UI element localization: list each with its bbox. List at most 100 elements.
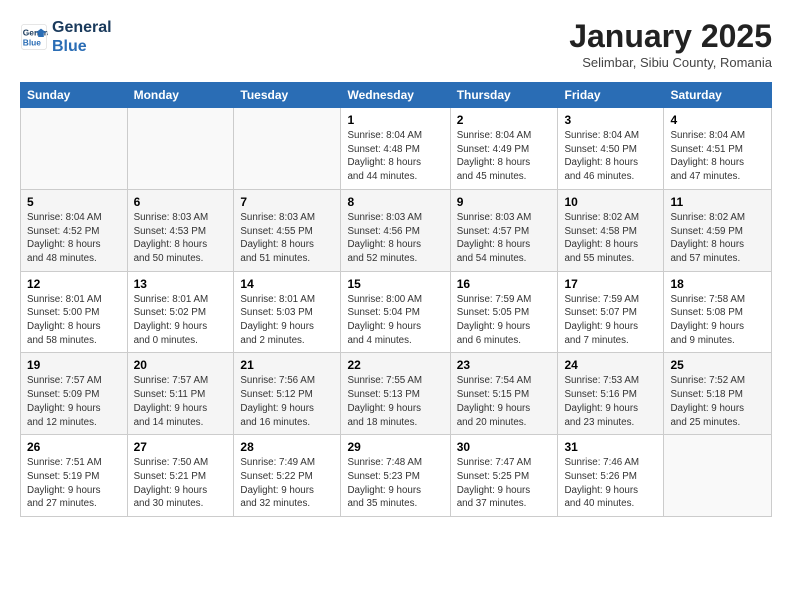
day-number: 22 <box>347 358 443 372</box>
calendar-cell: 31 Sunrise: 7:46 AM Sunset: 5:26 PM Dayli… <box>558 435 664 517</box>
day-info: Sunrise: 8:01 AM Sunset: 5:03 PM Dayligh… <box>240 293 334 348</box>
day-info: Sunrise: 7:46 AM Sunset: 5:26 PM Dayligh… <box>564 456 657 511</box>
calendar-cell: 30Sunrise: 7:47 AM Sunset: 5:25 PM Dayli… <box>450 435 558 517</box>
day-info: Sunrise: 7:57 AM Sunset: 5:11 PM Dayligh… <box>134 374 228 429</box>
day-info: Sunrise: 8:01 AM Sunset: 5:02 PM Dayligh… <box>134 293 228 348</box>
logo: General Blue General Blue <box>20 18 112 56</box>
day-info: Sunrise: 8:04 AM Sunset: 4:48 PM Dayligh… <box>347 129 443 184</box>
col-tuesday: Tuesday <box>234 83 341 108</box>
calendar-week-1: 1 Sunrise: 8:04 AM Sunset: 4:48 PM Daylig… <box>21 108 772 190</box>
day-number: 26 <box>27 440 121 454</box>
col-sunday: Sunday <box>21 83 128 108</box>
day-number: 10 <box>564 195 657 209</box>
calendar-cell: 18 Sunrise: 7:58 AM Sunset: 5:08 PM Dayli… <box>664 271 772 353</box>
day-info: Sunrise: 7:55 AM Sunset: 5:13 PM Dayligh… <box>347 374 443 429</box>
day-info: Sunrise: 8:01 AM Sunset: 5:00 PM Dayligh… <box>27 293 121 348</box>
calendar-cell <box>21 108 128 190</box>
month-title: January 2025 <box>569 18 772 55</box>
day-info: Sunrise: 8:04 AM Sunset: 4:52 PM Dayligh… <box>27 211 121 266</box>
day-number: 16 <box>457 277 552 291</box>
calendar-cell <box>664 435 772 517</box>
day-number: 28 <box>240 440 334 454</box>
day-number: 30 <box>457 440 552 454</box>
day-info: Sunrise: 7:50 AM Sunset: 5:21 PM Dayligh… <box>134 456 228 511</box>
day-info: Sunrise: 7:52 AM Sunset: 5:18 PM Dayligh… <box>670 374 765 429</box>
day-info: Sunrise: 7:57 AM Sunset: 5:09 PM Dayligh… <box>27 374 121 429</box>
day-info: Sunrise: 8:02 AM Sunset: 4:59 PM Dayligh… <box>670 211 765 266</box>
day-number: 13 <box>134 277 228 291</box>
logo-icon: General Blue <box>20 23 48 51</box>
day-info: Sunrise: 7:59 AM Sunset: 5:05 PM Dayligh… <box>457 293 552 348</box>
calendar-cell <box>127 108 234 190</box>
day-number: 9 <box>457 195 552 209</box>
day-number: 1 <box>347 113 443 127</box>
day-number: 17 <box>564 277 657 291</box>
day-number: 12 <box>27 277 121 291</box>
calendar-cell <box>234 108 341 190</box>
calendar-cell: 21 Sunrise: 7:56 AM Sunset: 5:12 PM Dayli… <box>234 353 341 435</box>
location-subtitle: Selimbar, Sibiu County, Romania <box>569 55 772 70</box>
calendar-table: Sunday Monday Tuesday Wednesday Thursday… <box>20 82 772 517</box>
day-info: Sunrise: 8:03 AM Sunset: 4:55 PM Dayligh… <box>240 211 334 266</box>
day-info: Sunrise: 8:00 AM Sunset: 5:04 PM Dayligh… <box>347 293 443 348</box>
calendar-cell: 4 Sunrise: 8:04 AM Sunset: 4:51 PM Daylig… <box>664 108 772 190</box>
day-info: Sunrise: 8:04 AM Sunset: 4:49 PM Dayligh… <box>457 129 552 184</box>
day-info: Sunrise: 7:54 AM Sunset: 5:15 PM Dayligh… <box>457 374 552 429</box>
day-info: Sunrise: 7:49 AM Sunset: 5:22 PM Dayligh… <box>240 456 334 511</box>
day-number: 7 <box>240 195 334 209</box>
calendar-cell: 9 Sunrise: 8:03 AM Sunset: 4:57 PM Daylig… <box>450 189 558 271</box>
calendar-cell: 6Sunrise: 8:03 AM Sunset: 4:53 PM Daylig… <box>127 189 234 271</box>
calendar-cell: 10 Sunrise: 8:02 AM Sunset: 4:58 PM Dayli… <box>558 189 664 271</box>
calendar-cell: 8Sunrise: 8:03 AM Sunset: 4:56 PM Daylig… <box>341 189 450 271</box>
calendar-cell: 19 Sunrise: 7:57 AM Sunset: 5:09 PM Dayli… <box>21 353 128 435</box>
calendar-body: 1 Sunrise: 8:04 AM Sunset: 4:48 PM Daylig… <box>21 108 772 517</box>
day-number: 25 <box>670 358 765 372</box>
calendar-cell: 16 Sunrise: 7:59 AM Sunset: 5:05 PM Dayli… <box>450 271 558 353</box>
calendar-cell: 25 Sunrise: 7:52 AM Sunset: 5:18 PM Dayli… <box>664 353 772 435</box>
calendar-cell: 2 Sunrise: 8:04 AM Sunset: 4:49 PM Daylig… <box>450 108 558 190</box>
day-info: Sunrise: 8:02 AM Sunset: 4:58 PM Dayligh… <box>564 211 657 266</box>
calendar-cell: 29Sunrise: 7:48 AM Sunset: 5:23 PM Dayli… <box>341 435 450 517</box>
page-container: General Blue General Blue January 2025 S… <box>0 0 792 527</box>
calendar-cell: 24 Sunrise: 7:53 AM Sunset: 5:16 PM Dayli… <box>558 353 664 435</box>
calendar-week-3: 12 Sunrise: 8:01 AM Sunset: 5:00 PM Dayli… <box>21 271 772 353</box>
day-number: 24 <box>564 358 657 372</box>
calendar-cell: 12 Sunrise: 8:01 AM Sunset: 5:00 PM Dayli… <box>21 271 128 353</box>
day-number: 27 <box>134 440 228 454</box>
day-number: 19 <box>27 358 121 372</box>
col-thursday: Thursday <box>450 83 558 108</box>
page-header: General Blue General Blue January 2025 S… <box>20 18 772 70</box>
day-number: 4 <box>670 113 765 127</box>
calendar-cell: 7 Sunrise: 8:03 AM Sunset: 4:55 PM Daylig… <box>234 189 341 271</box>
day-info: Sunrise: 8:03 AM Sunset: 4:57 PM Dayligh… <box>457 211 552 266</box>
day-info: Sunrise: 7:58 AM Sunset: 5:08 PM Dayligh… <box>670 293 765 348</box>
col-friday: Friday <box>558 83 664 108</box>
day-number: 23 <box>457 358 552 372</box>
day-number: 2 <box>457 113 552 127</box>
day-number: 15 <box>347 277 443 291</box>
calendar-cell: 13 Sunrise: 8:01 AM Sunset: 5:02 PM Dayli… <box>127 271 234 353</box>
day-info: Sunrise: 8:04 AM Sunset: 4:51 PM Dayligh… <box>670 129 765 184</box>
calendar-cell: 26Sunrise: 7:51 AM Sunset: 5:19 PM Dayli… <box>21 435 128 517</box>
day-number: 6 <box>134 195 228 209</box>
day-info: Sunrise: 8:03 AM Sunset: 4:56 PM Dayligh… <box>347 211 443 266</box>
day-number: 18 <box>670 277 765 291</box>
col-saturday: Saturday <box>664 83 772 108</box>
calendar-cell: 15 Sunrise: 8:00 AM Sunset: 5:04 PM Dayli… <box>341 271 450 353</box>
logo-line1: General <box>52 18 112 37</box>
col-monday: Monday <box>127 83 234 108</box>
calendar-cell: 23 Sunrise: 7:54 AM Sunset: 5:15 PM Dayli… <box>450 353 558 435</box>
day-info: Sunrise: 7:53 AM Sunset: 5:16 PM Dayligh… <box>564 374 657 429</box>
day-info: Sunrise: 7:48 AM Sunset: 5:23 PM Dayligh… <box>347 456 443 511</box>
day-number: 21 <box>240 358 334 372</box>
calendar-cell: 22 Sunrise: 7:55 AM Sunset: 5:13 PM Dayli… <box>341 353 450 435</box>
day-info: Sunrise: 7:59 AM Sunset: 5:07 PM Dayligh… <box>564 293 657 348</box>
day-info: Sunrise: 8:04 AM Sunset: 4:50 PM Dayligh… <box>564 129 657 184</box>
calendar-cell: 14Sunrise: 8:01 AM Sunset: 5:03 PM Dayli… <box>234 271 341 353</box>
day-number: 31 <box>564 440 657 454</box>
day-info: Sunrise: 7:56 AM Sunset: 5:12 PM Dayligh… <box>240 374 334 429</box>
day-number: 3 <box>564 113 657 127</box>
calendar-cell: 28 Sunrise: 7:49 AM Sunset: 5:22 PM Dayli… <box>234 435 341 517</box>
svg-text:Blue: Blue <box>23 38 41 48</box>
logo-line2: Blue <box>52 37 112 56</box>
